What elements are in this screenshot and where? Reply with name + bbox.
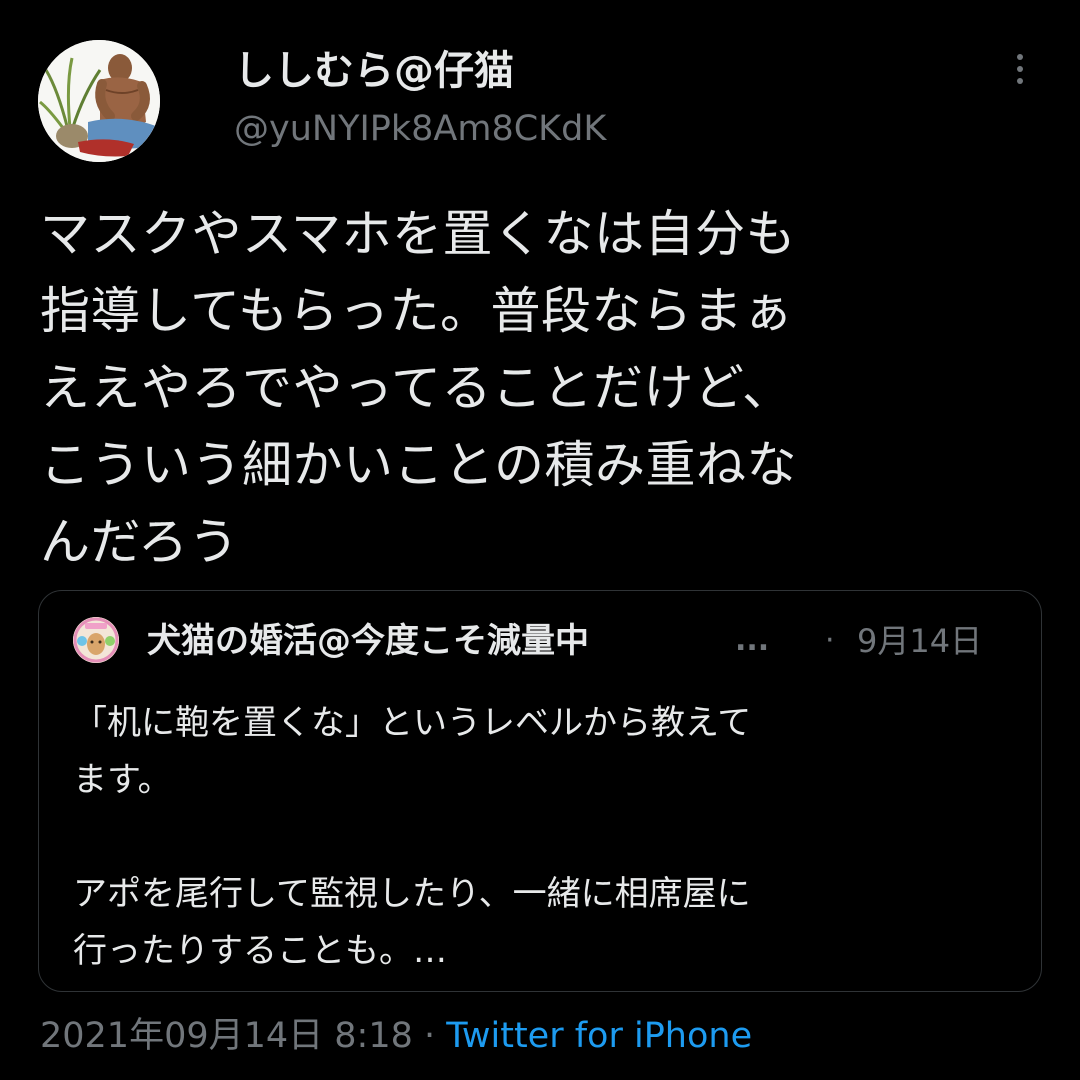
quoted-tweet-card[interactable]: 犬猫の婚活@今度こそ減量中 ... · 9月14日 「机に鞄を置くな」というレベ… — [38, 590, 1042, 992]
author-display-name[interactable]: ししむら@仔猫 — [234, 45, 514, 97]
tweet-text: マスクやスマホを置くなは自分も 指導してもらった。普段ならまぁ ええやろでやって… — [40, 205, 797, 571]
tweet: ししむら@仔猫 @yuNYIPk8Am8CKdK マスクやスマホを置くなは自分も… — [0, 0, 1080, 1080]
quote-user-avatar[interactable] — [73, 617, 119, 663]
more-dot — [1017, 66, 1023, 72]
tweet-footer: 2021年09月14日 8:18 · Twitter for iPhone — [40, 1010, 752, 1062]
more-dot — [1017, 78, 1023, 84]
author-handle[interactable]: @yuNYIPk8Am8CKdK — [234, 106, 606, 152]
quote-name-truncation: ... — [735, 623, 770, 658]
quote-author-display-name[interactable]: 犬猫の婚活@今度こそ減量中 — [147, 619, 589, 663]
footer-separator: · — [424, 1016, 436, 1056]
more-vertical-icon[interactable] — [1002, 46, 1038, 92]
quote-separator: · — [825, 623, 835, 658]
tweet-timestamp[interactable]: 2021年09月14日 8:18 — [40, 1016, 413, 1056]
quote-text: 「机に鞄を置くな」というレベルから教えて ます。 アポを尾行して監視したり、一緒… — [73, 703, 752, 971]
more-dot — [1017, 54, 1023, 60]
user-avatar[interactable] — [38, 40, 160, 162]
quote-date[interactable]: 9月14日 — [857, 619, 982, 663]
tweet-source-link[interactable]: Twitter for iPhone — [446, 1016, 752, 1056]
